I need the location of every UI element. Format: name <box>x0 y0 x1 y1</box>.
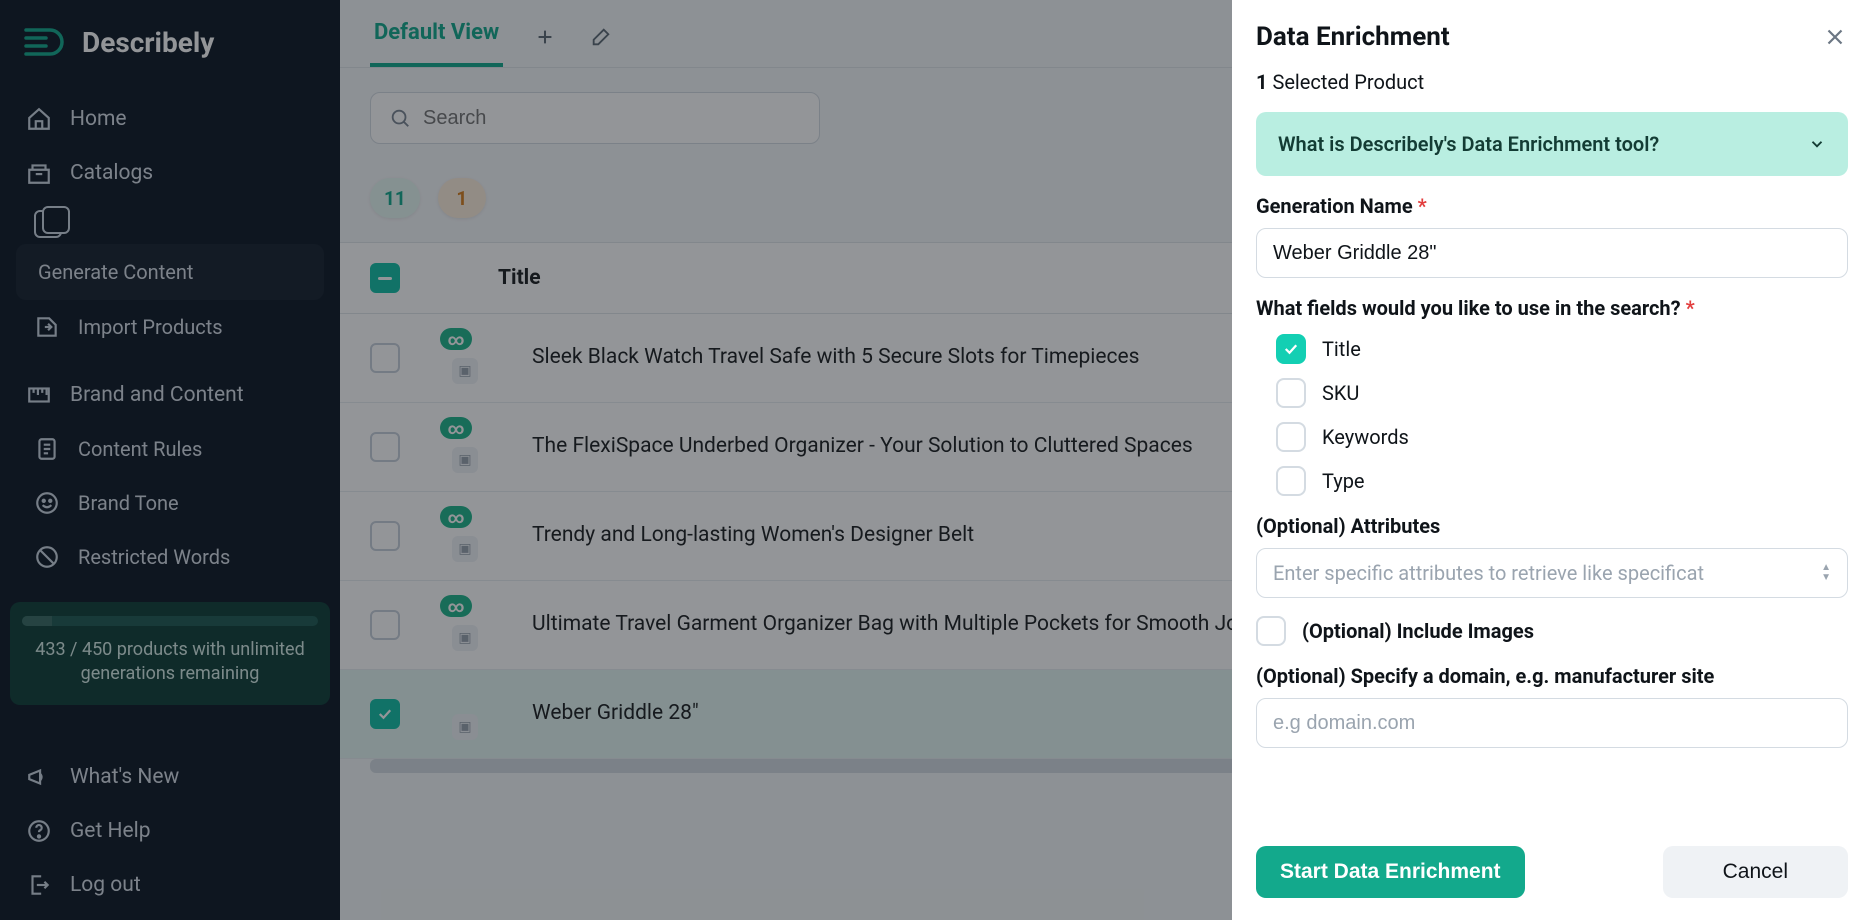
checkbox-keywords[interactable] <box>1276 422 1306 452</box>
domain-label: (Optional) Specify a domain, e.g. manufa… <box>1256 664 1848 688</box>
checkbox-include-images[interactable] <box>1256 616 1286 646</box>
select-caret-icon: ▲▼ <box>1821 564 1831 582</box>
info-banner[interactable]: What is Describely's Data Enrichment too… <box>1256 112 1848 176</box>
attributes-select[interactable]: Enter specific attributes to retrieve li… <box>1256 548 1848 598</box>
domain-input[interactable] <box>1256 698 1848 748</box>
checkbox-sku[interactable] <box>1276 378 1306 408</box>
checkbox-type[interactable] <box>1276 466 1306 496</box>
panel-title: Data Enrichment <box>1256 22 1450 52</box>
selected-product-text: 1 Selected Product <box>1256 70 1848 94</box>
attributes-label: (Optional) Attributes <box>1256 514 1848 538</box>
start-enrichment-button[interactable]: Start Data Enrichment <box>1256 846 1525 898</box>
checkbox-title[interactable] <box>1276 334 1306 364</box>
checkbox-title-label: Title <box>1322 337 1361 361</box>
fields-label: What fields would you like to use in the… <box>1256 296 1848 320</box>
generation-name-input[interactable] <box>1256 228 1848 278</box>
checkbox-sku-label: SKU <box>1322 381 1359 405</box>
checkbox-type-label: Type <box>1322 469 1365 493</box>
chevron-down-icon <box>1808 135 1826 153</box>
cancel-button[interactable]: Cancel <box>1663 846 1848 898</box>
generation-name-label: Generation Name * <box>1256 194 1848 218</box>
close-icon[interactable] <box>1822 24 1848 50</box>
info-banner-text: What is Describely's Data Enrichment too… <box>1278 132 1659 156</box>
checkbox-keywords-label: Keywords <box>1322 425 1409 449</box>
include-images-label: (Optional) Include Images <box>1302 619 1534 643</box>
attributes-placeholder: Enter specific attributes to retrieve li… <box>1273 561 1704 585</box>
data-enrichment-panel: Data Enrichment 1 Selected Product What … <box>1232 0 1872 920</box>
